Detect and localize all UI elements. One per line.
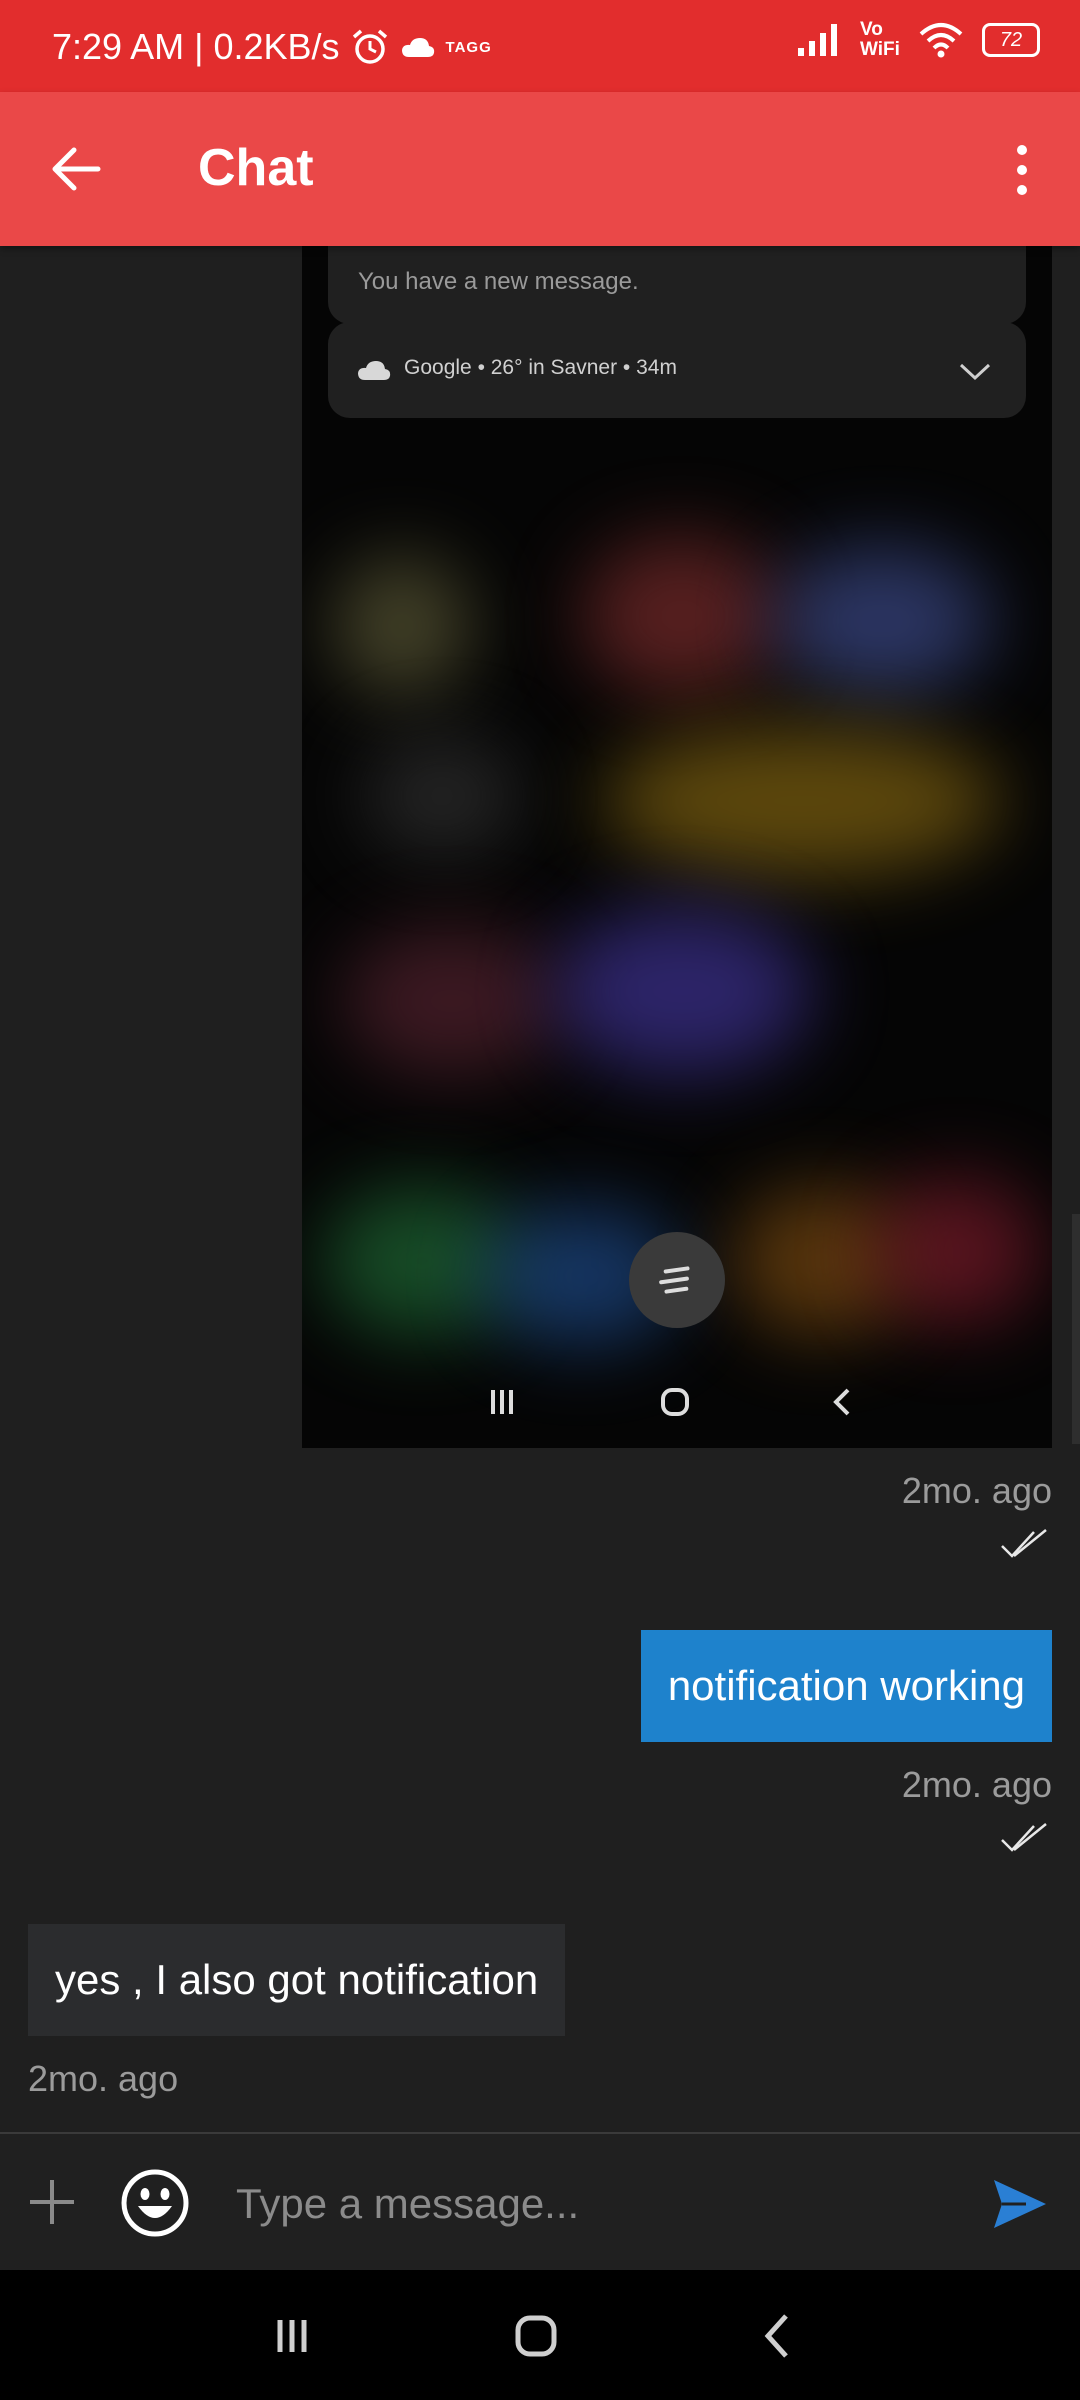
home-icon[interactable] — [506, 2306, 566, 2366]
incoming-message-bubble[interactable]: yes , I also got notification — [28, 1924, 566, 2036]
app-bar: Chat — [0, 92, 1080, 246]
notification-text: You have a new message. — [358, 268, 639, 295]
blur-blob — [582, 536, 782, 696]
arrow-left-icon[interactable] — [44, 136, 110, 202]
image-message[interactable]: You have a new message. Google • 26° in … — [302, 246, 1052, 1448]
message-time: 2mo. ago — [901, 1470, 1052, 1511]
battery-level: 72 — [999, 28, 1023, 51]
blur-blob — [332, 556, 472, 696]
status-left: 7:29 AM | 0.2KB/s TAGG — [52, 26, 492, 68]
battery-indicator: 72 — [982, 23, 1040, 57]
composer-bar — [0, 2132, 1080, 2270]
double-check-icon — [1001, 1529, 1047, 1558]
wifi-icon — [919, 23, 963, 58]
notification-card: You have a new message. — [328, 246, 1026, 324]
message-text: yes , I also got notification — [55, 1956, 539, 2003]
weather-source: Google — [404, 356, 472, 379]
blur-blob — [602, 726, 1002, 876]
blur-blob — [362, 736, 522, 856]
weather-temp: 26° in Savner — [490, 356, 618, 379]
scrollbar[interactable] — [1072, 1214, 1080, 1444]
separator-dot: • — [622, 356, 637, 379]
double-check-icon — [1001, 1823, 1047, 1852]
brand-badge: TAGG — [445, 38, 492, 56]
plus-icon[interactable] — [26, 2176, 78, 2228]
message-time: 2mo. ago — [901, 1764, 1052, 1805]
message-time: 2mo. ago — [28, 2058, 179, 2099]
weather-text: Google • 26° in Savner • 34m — [404, 356, 677, 380]
signal-icon — [798, 24, 837, 56]
emoji-icon[interactable] — [120, 2168, 190, 2238]
cloud-icon — [401, 38, 434, 57]
page-title: Chat — [198, 139, 314, 197]
send-icon[interactable] — [990, 2174, 1050, 2234]
blur-blob — [552, 906, 812, 1076]
back-nav-icon[interactable] — [748, 2306, 808, 2366]
status-right: Vo WiFi 72 — [796, 20, 1040, 60]
status-bar: 7:29 AM | 0.2KB/s TAGG Vo WiFi 72 — [0, 0, 1080, 92]
weather-card: Google • 26° in Savner • 34m — [328, 322, 1026, 418]
chevron-down-icon — [959, 363, 991, 381]
weather-age: 34m — [636, 356, 677, 379]
menu-fab-icon — [629, 1232, 725, 1328]
blur-blob — [772, 546, 992, 696]
message-list[interactable]: You have a new message. Google • 26° in … — [0, 246, 1080, 2132]
cloud-icon — [358, 361, 391, 380]
more-vert-icon[interactable] — [1004, 140, 1040, 200]
vowifi-label: Vo WiFi — [860, 19, 900, 60]
status-time: 7:29 AM | 0.2KB/s — [52, 26, 340, 67]
blur-blob — [342, 926, 562, 1076]
message-text: notification working — [667, 1662, 1025, 1709]
separator-dot: • — [477, 356, 491, 379]
alarm-icon — [352, 29, 387, 64]
screenshot-nav-bar — [491, 1388, 850, 1416]
blur-blob — [872, 1176, 1042, 1326]
recent-apps-icon[interactable] — [262, 2306, 322, 2366]
message-input[interactable] — [234, 2160, 958, 2248]
system-nav-bar — [0, 2270, 1080, 2400]
outgoing-message-bubble[interactable]: notification working — [640, 1630, 1052, 1742]
